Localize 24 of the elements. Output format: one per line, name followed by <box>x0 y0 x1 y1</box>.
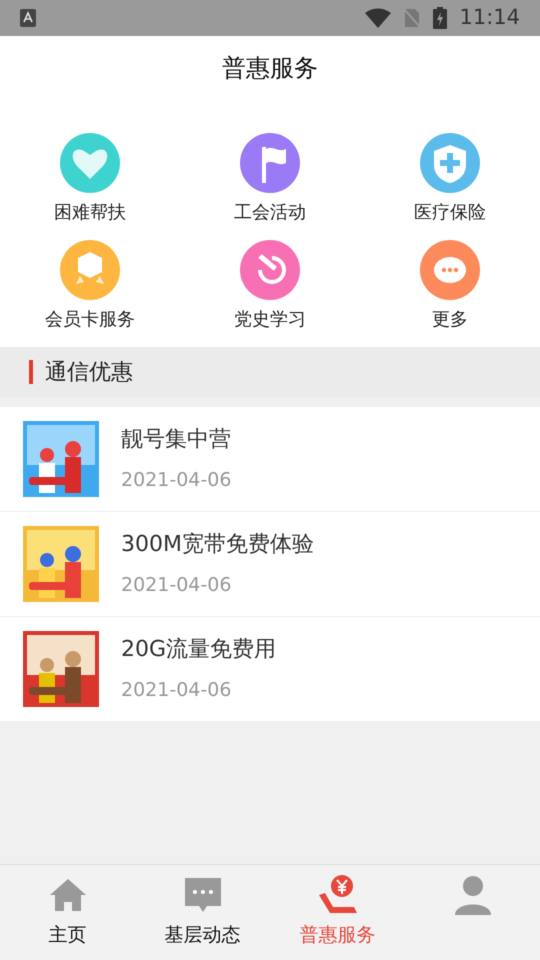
service-shortcut[interactable]: 更多 <box>360 240 540 333</box>
section-title: 通信优惠 <box>45 358 133 386</box>
article-title: 靓号集中营 <box>121 426 232 454</box>
article-title: 300M宽带免费体验 <box>121 531 314 560</box>
article-date: 2021-04-06 <box>121 678 232 704</box>
no-sim-icon <box>403 8 422 28</box>
battery-charging-icon <box>433 7 448 29</box>
service-shortcut[interactable]: 医疗保险 <box>360 133 540 226</box>
service-shortcut[interactable]: 困难帮扶 <box>0 133 180 226</box>
service-shortcut[interactable]: 工会活动 <box>180 133 360 226</box>
article-title: 20G流量免费用 <box>121 636 276 664</box>
keyboard-app-icon <box>20 9 36 27</box>
page-title: 普惠服务 <box>222 53 318 84</box>
service-shortcut[interactable]: 会员卡服务 <box>0 240 180 333</box>
service-shortcut[interactable]: 党史学习 <box>180 240 360 333</box>
article-card[interactable]: 20G流量免费用 2021-04-06 <box>0 617 540 721</box>
nav-tab[interactable]: 基层动态 <box>135 865 270 960</box>
article-card[interactable]: 300M宽带免费体验 2021-04-06 <box>0 512 540 616</box>
article-date: 2021-04-06 <box>121 573 232 598</box>
article-card[interactable]: 靓号集中营 2021-04-06 <box>0 407 540 511</box>
clock-time: 11:14 <box>459 4 520 32</box>
article-date: 2021-04-06 <box>121 468 232 494</box>
nav-tab[interactable]: 主页 <box>0 865 135 960</box>
wifi-icon <box>365 8 392 28</box>
